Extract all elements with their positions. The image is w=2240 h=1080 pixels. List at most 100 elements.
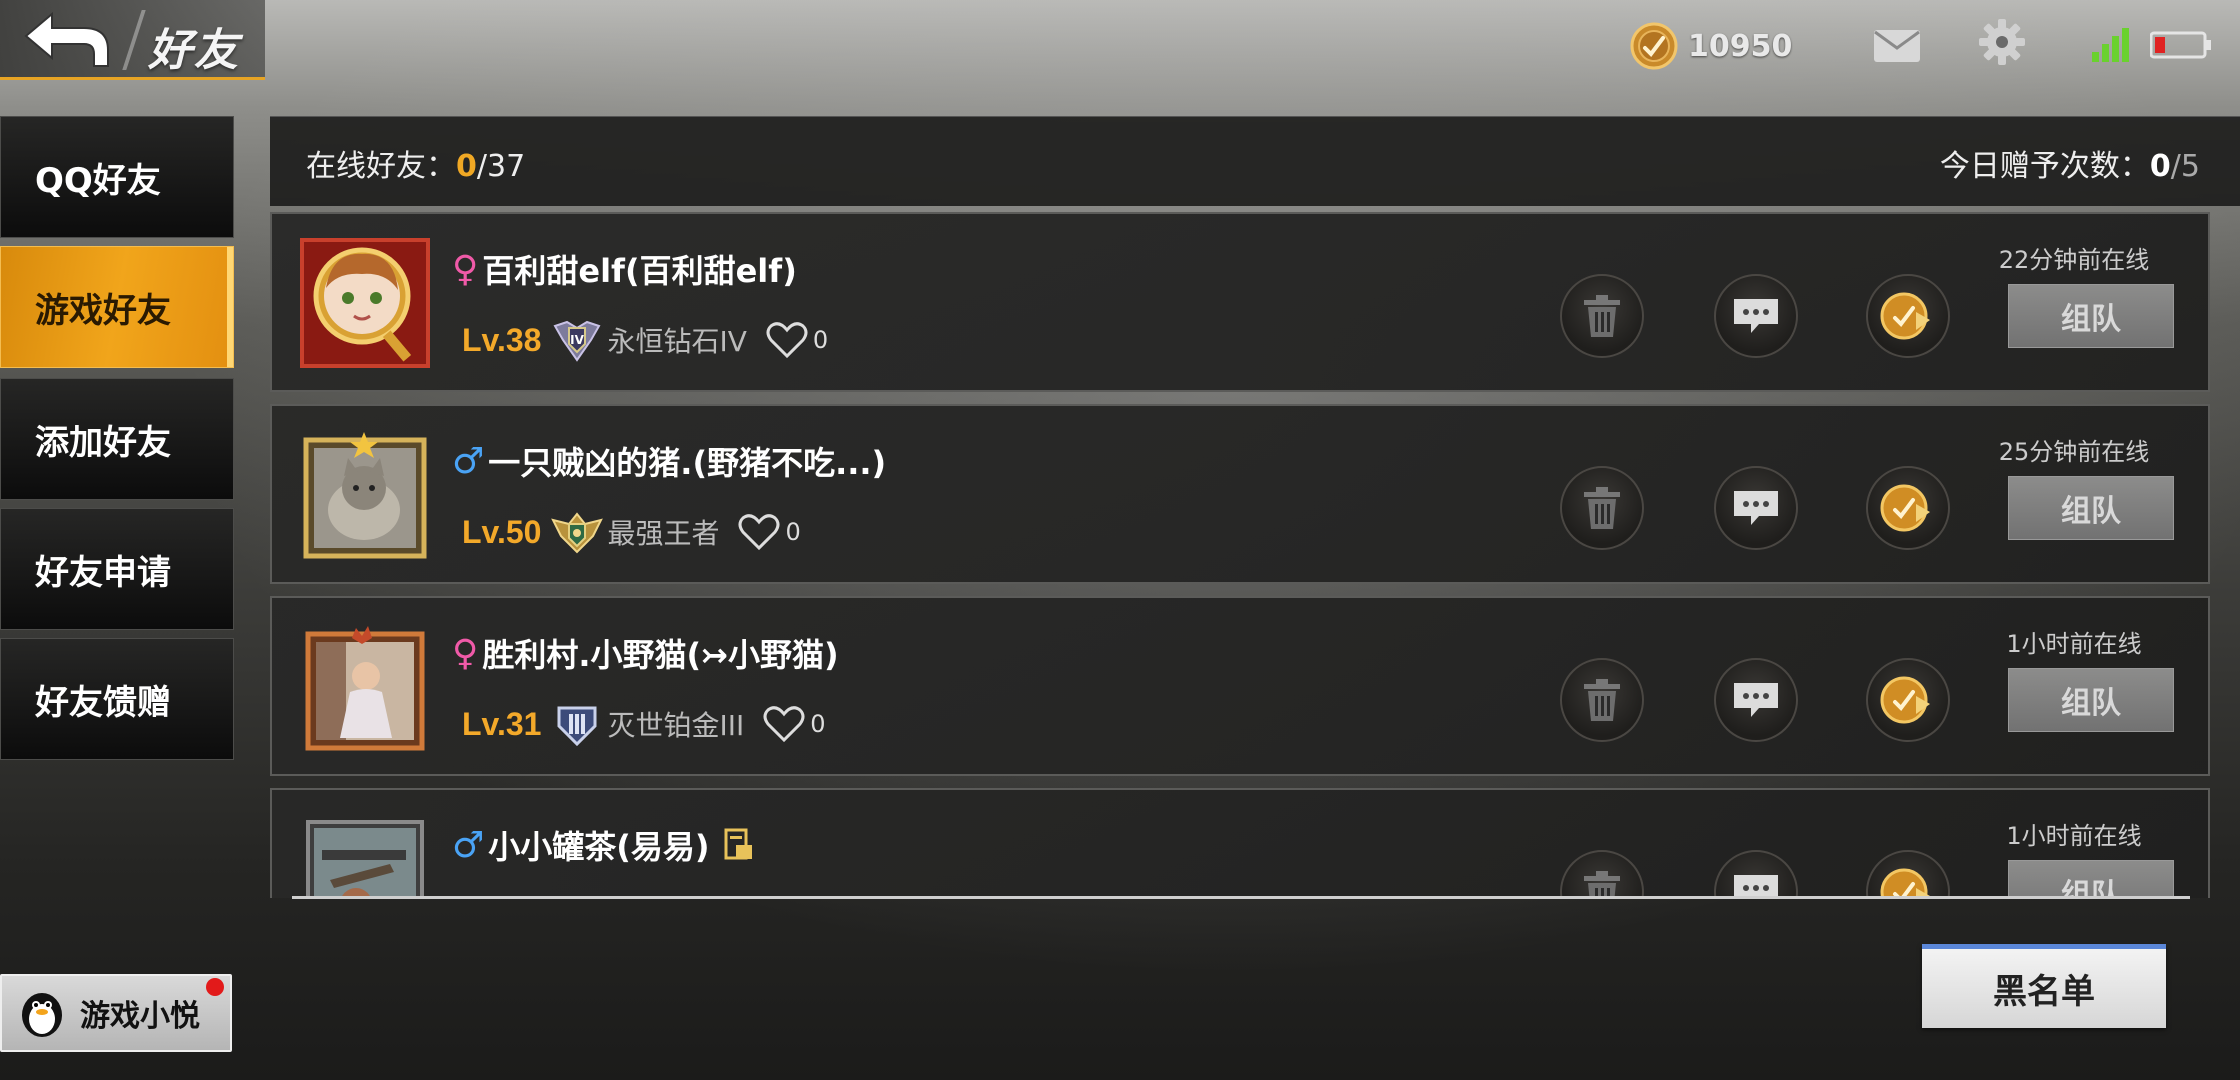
game-assistant-button[interactable]: 游戏小悦 (0, 974, 232, 1052)
last-online-time: 25分钟前在线 (1998, 438, 2150, 466)
send-coin-button[interactable] (1866, 466, 1950, 550)
heart-icon[interactable] (737, 512, 781, 552)
online-friends-total: /37 (476, 149, 526, 184)
chat-button[interactable] (1714, 274, 1798, 358)
last-online-time: 1小时前在线 (2006, 822, 2142, 850)
friend-row[interactable]: ♀ 胜利村.小野猫(↣小野猫) Lv.31 灭世铂金III 0 1小时前在线 组… (270, 596, 2210, 776)
mail-icon[interactable] (1872, 28, 1922, 64)
friend-name-line: ♂ 一只贼凶的猪.(野猪不吃...) (452, 438, 886, 484)
penguin-icon (22, 993, 62, 1037)
last-online-time: 22分钟前在线 (1998, 246, 2150, 274)
chat-button[interactable] (1714, 850, 1798, 898)
friend-name-line: ♀ 百利甜elf(百利甜elf) (452, 246, 797, 292)
friend-name-line: ♂ 小小罐茶(易易) (452, 822, 756, 868)
friend-row[interactable]: ♂ 一只贼凶的猪.(野猪不吃...) Lv.50 最强王者 0 25分钟前在线 … (270, 404, 2210, 584)
rank-platinum-icon (557, 706, 597, 746)
friend-name: 小小罐茶(易易) (488, 828, 710, 866)
friend-rank: 永恒钻石IV (607, 325, 747, 358)
friend-avatar[interactable] (300, 430, 430, 560)
sidebar-item-label: 好友馈赠 (35, 682, 171, 723)
gender-female-icon: ♀ (452, 248, 479, 290)
gender-female-icon: ♀ (452, 632, 479, 674)
friend-level: Lv.50 (462, 513, 542, 550)
coin-balance: 10950 (1630, 22, 1792, 70)
signal-icon (2092, 28, 2129, 62)
invite-team-button[interactable]: 组队 (2008, 284, 2174, 348)
sidebar-item-qq-friends[interactable]: QQ好友 (0, 116, 234, 238)
send-coin-button[interactable] (1866, 658, 1950, 742)
sidebar-item-friend-gifts[interactable]: 好友馈赠 (0, 638, 234, 760)
sidebar-item-label: 游戏好友 (35, 290, 171, 331)
chat-bubble-icon (1734, 875, 1778, 898)
chat-bubble-icon (1734, 683, 1778, 717)
friend-details: Lv.38 IV 永恒钻石IV 0 (462, 318, 828, 362)
rank-diamond-icon: IV (553, 320, 601, 362)
gear-icon[interactable] (1978, 18, 2026, 66)
friend-name-line: ♀ 胜利村.小野猫(↣小野猫) (452, 630, 839, 676)
daily-gift-label: 今日赠予次数： (1939, 149, 2150, 184)
friend-avatar[interactable] (300, 238, 430, 368)
delete-friend-button[interactable] (1560, 466, 1644, 550)
chat-bubble-icon (1734, 491, 1778, 525)
heart-icon[interactable] (765, 320, 809, 360)
trash-icon (1584, 487, 1620, 529)
friend-name: 胜利村.小野猫(↣小野猫) (482, 636, 839, 674)
friend-avatar[interactable] (300, 820, 430, 898)
page-title: 好友 (148, 25, 240, 76)
friend-level: Lv.38 (462, 321, 542, 358)
send-coin-button[interactable] (1866, 850, 1950, 898)
gender-male-icon: ♂ (452, 824, 485, 866)
delete-friend-button[interactable] (1560, 850, 1644, 898)
sidebar-item-friend-requests[interactable]: 好友申请 (0, 508, 234, 630)
friend-list[interactable]: ♀ 百利甜elf(百利甜elf) Lv.38 IV 永恒钻石IV 0 22分钟前… (270, 210, 2210, 898)
platform-badge-icon (724, 828, 752, 860)
friend-rank: 最强王者 (607, 517, 720, 550)
send-coin-icon (1880, 868, 1930, 898)
send-coin-icon (1880, 676, 1930, 724)
friend-avatar[interactable] (300, 622, 430, 752)
svg-text:IV: IV (571, 333, 585, 347)
trash-icon (1584, 295, 1620, 337)
sidebar-item-label: 添加好友 (35, 422, 171, 463)
send-coin-button[interactable] (1866, 274, 1950, 358)
friend-likes: 0 (810, 710, 826, 738)
back-arrow-icon[interactable] (22, 10, 114, 70)
list-divider (292, 896, 2190, 899)
chat-button[interactable] (1714, 466, 1798, 550)
friend-row[interactable]: ♂ 小小罐茶(易易) 1小时前在线 组队 (270, 788, 2210, 898)
friend-rank: 灭世铂金III (607, 709, 745, 742)
invite-team-button[interactable]: 组队 (2008, 860, 2174, 898)
coin-icon (1630, 22, 1678, 70)
delete-friend-button[interactable] (1560, 274, 1644, 358)
coin-amount: 10950 (1688, 28, 1793, 64)
invite-team-button[interactable]: 组队 (2008, 668, 2174, 732)
online-friends-label: 在线好友： (306, 149, 456, 184)
gender-male-icon: ♂ (452, 440, 485, 482)
friend-row[interactable]: ♀ 百利甜elf(百利甜elf) Lv.38 IV 永恒钻石IV 0 22分钟前… (270, 212, 2210, 392)
friends-stats-bar: 在线好友：0/37 今日赠予次数：0/5 (270, 116, 2240, 206)
sidebar-item-label: 好友申请 (35, 552, 171, 593)
trash-icon (1584, 871, 1620, 898)
chat-button[interactable] (1714, 658, 1798, 742)
friend-likes: 0 (812, 326, 829, 354)
invite-team-button[interactable]: 组队 (2008, 476, 2174, 540)
top-bar: 好友 10950 (0, 0, 2240, 88)
send-coin-icon (1880, 484, 1930, 532)
notification-dot (206, 978, 224, 996)
title-panel: 好友 (0, 0, 265, 80)
heart-icon[interactable] (762, 704, 806, 744)
sidebar-item-add-friend[interactable]: 添加好友 (0, 378, 234, 500)
delete-friend-button[interactable] (1560, 658, 1644, 742)
friend-level: Lv.31 (462, 705, 542, 742)
online-friends-current: 0 (456, 149, 477, 184)
daily-gift-total: /5 (2170, 149, 2200, 184)
sidebar-item-label: QQ好友 (35, 160, 161, 201)
online-friends-count: 在线好友：0/37 (306, 141, 525, 185)
blacklist-button[interactable]: 黑名单 (1922, 944, 2166, 1028)
daily-gift-count: 今日赠予次数：0/5 (1940, 141, 2200, 185)
chat-bubble-icon (1734, 299, 1778, 333)
title-separator (122, 10, 146, 70)
trash-icon (1584, 679, 1620, 721)
sidebar-item-game-friends[interactable]: 游戏好友 (0, 246, 234, 368)
friend-details: Lv.50 最强王者 0 (462, 510, 801, 554)
